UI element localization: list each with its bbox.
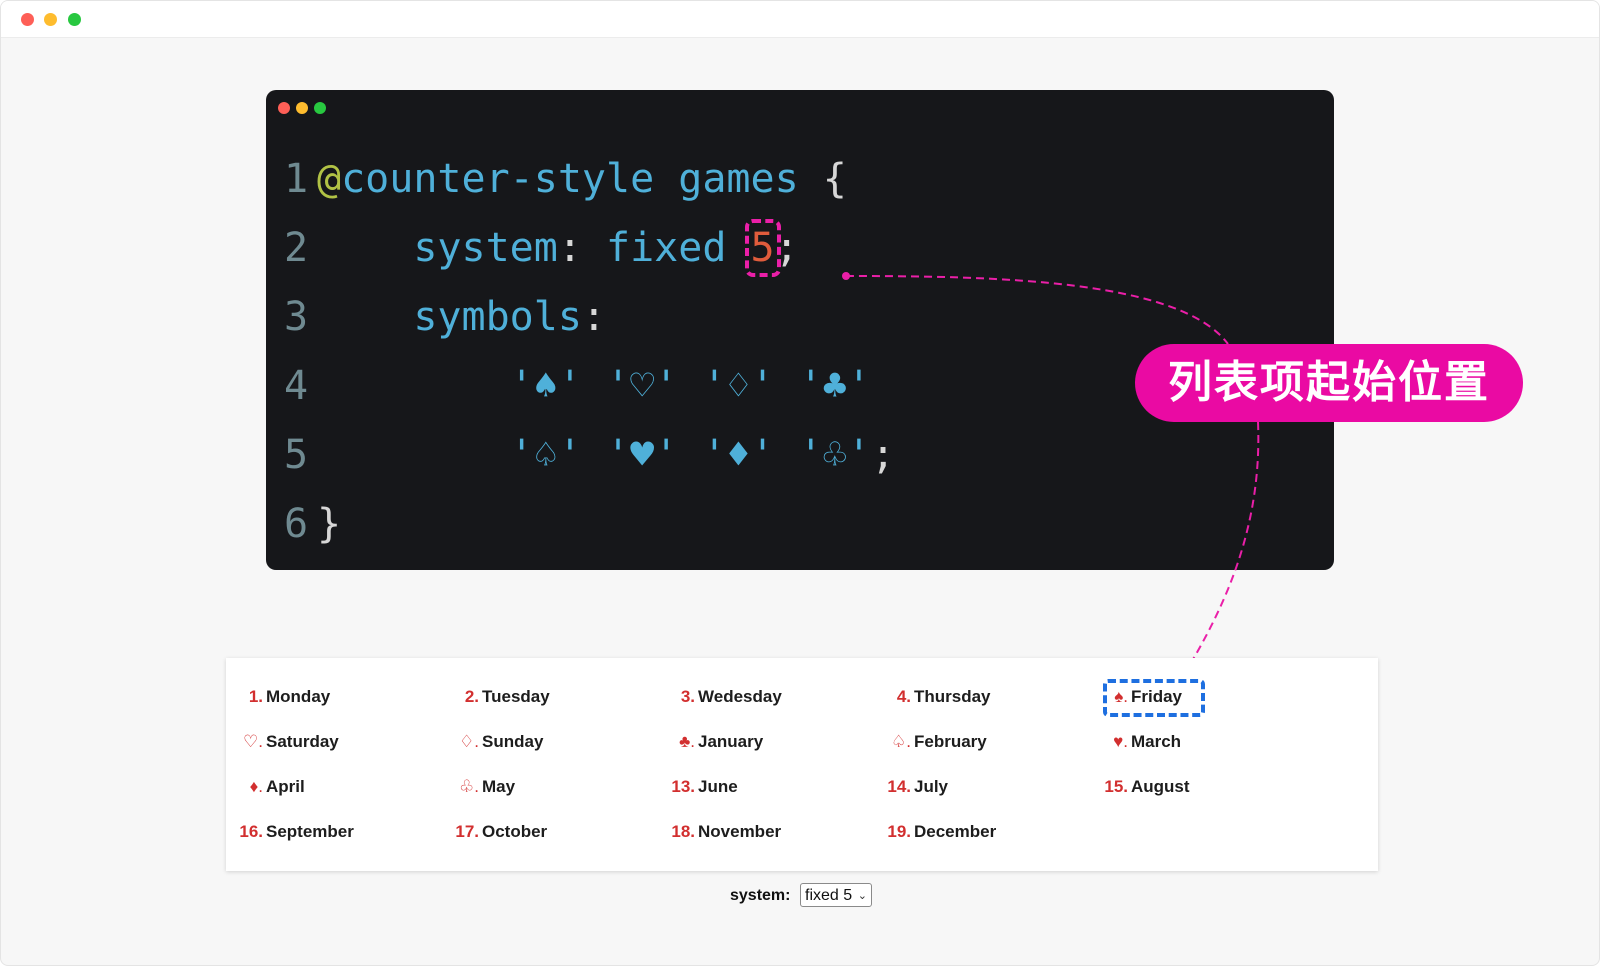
list-item: 13. June: [667, 776, 738, 798]
semicolon: ;: [774, 225, 799, 271]
list-marker: 13.: [671, 777, 695, 796]
line-number: 3: [284, 294, 309, 340]
code-block: 1 @counter-style games { 2 system: fixed …: [284, 145, 895, 559]
editor-minimize-dot: [296, 102, 308, 114]
system-select-value: fixed 5: [805, 887, 853, 904]
list-item: ♤. February: [883, 731, 987, 753]
list-marker: 2.: [464, 687, 479, 706]
list-label: Thursday: [914, 687, 991, 706]
colon: :: [557, 225, 582, 271]
symbol-token: '♢': [702, 363, 775, 409]
list-label: September: [266, 822, 354, 841]
list-marker: ♣.: [679, 732, 695, 751]
list-label: April: [266, 777, 305, 796]
system-select[interactable]: fixed 5 ⌄: [800, 883, 872, 907]
list-item: 3. Wedesday: [667, 686, 782, 708]
line-number: 2: [284, 225, 309, 271]
editor-close-dot: [278, 102, 290, 114]
at-rule-keyword: counter-style: [341, 156, 655, 202]
list-marker: 18.: [671, 822, 695, 841]
list-label: December: [914, 822, 997, 841]
friday-highlight-box: [1103, 679, 1205, 717]
zoom-window-button[interactable]: [68, 13, 81, 26]
system-property: system: [413, 225, 558, 271]
list-label: November: [698, 822, 782, 841]
list-item: 16. September: [235, 821, 354, 843]
list-label: Monday: [266, 687, 331, 706]
list-item: 19. December: [883, 821, 996, 843]
list-item: 18. November: [667, 821, 781, 843]
open-brace: {: [822, 156, 847, 202]
list-item: ♦. April: [235, 776, 305, 798]
counter-list-panel: [226, 658, 1378, 871]
list-marker: 1.: [248, 687, 263, 706]
symbols-property: symbols: [413, 294, 582, 340]
list-label: June: [698, 777, 738, 796]
list-marker: ♡.: [243, 732, 263, 751]
editor-zoom-dot: [314, 102, 326, 114]
list-label: February: [914, 732, 987, 751]
symbol-token: '♧': [798, 432, 871, 478]
symbol-token: '♣': [798, 363, 871, 409]
line-number: 6: [284, 501, 309, 547]
at-symbol: @: [317, 156, 342, 202]
list-marker: 16.: [239, 822, 263, 841]
list-label: Tuesday: [482, 687, 550, 706]
list-item: 2. Tuesday: [451, 686, 550, 708]
callout-badge: 列表项起始位置: [1135, 344, 1523, 422]
list-label: Wedesday: [698, 687, 782, 706]
minimize-window-button[interactable]: [44, 13, 57, 26]
list-item: ♢. Sunday: [451, 731, 543, 753]
list-marker: ♦.: [249, 777, 263, 796]
list-label: July: [914, 777, 949, 796]
symbol-token: '♡': [606, 363, 679, 409]
list-item: ♥. March: [1100, 731, 1181, 753]
list-label: August: [1131, 777, 1190, 796]
list-marker: ♥.: [1113, 732, 1128, 751]
line-number: 1: [284, 156, 309, 202]
line-number: 4: [284, 363, 309, 409]
list-marker: 15.: [1104, 777, 1128, 796]
chevron-down-icon: ⌄: [857, 890, 867, 902]
list-item: 17. October: [451, 821, 547, 843]
list-marker: ♧.: [459, 777, 479, 796]
code-editor: 1 @counter-style games { 2 system: fixed …: [266, 90, 1334, 570]
list-item: 4. Thursday: [883, 686, 991, 708]
symbol-token: '♦': [702, 432, 775, 478]
list-marker: 14.: [887, 777, 911, 796]
list-label: October: [482, 822, 548, 841]
list-item: 15. August: [1100, 776, 1190, 798]
list-item: ♡. Saturday: [235, 731, 339, 753]
system-value: fixed: [606, 225, 727, 271]
system-label: system:: [730, 887, 791, 904]
list-item: 14. July: [883, 776, 948, 798]
counter-style-name: games: [678, 156, 799, 202]
list-item: ♧. May: [451, 776, 515, 798]
list-item: ♣. January: [667, 731, 763, 753]
list-item: 1. Monday: [235, 686, 330, 708]
list-marker: ♤.: [891, 732, 911, 751]
list-marker: 17.: [455, 822, 479, 841]
symbol-token: '♤': [509, 432, 582, 478]
semicolon: ;: [870, 432, 896, 478]
close-window-button[interactable]: [21, 13, 34, 26]
list-marker: 3.: [680, 687, 695, 706]
list-label: May: [482, 777, 516, 796]
symbol-token: '♥': [606, 432, 679, 478]
line-number: 5: [284, 432, 309, 478]
close-brace: }: [317, 501, 342, 547]
title-bar: [1, 1, 1599, 38]
list-label: January: [698, 732, 764, 751]
list-label: Saturday: [266, 732, 339, 751]
list-label: March: [1131, 732, 1182, 751]
system-start-number: 5: [744, 219, 781, 277]
list-label: Sunday: [482, 732, 544, 751]
symbol-token: '♠': [509, 363, 582, 409]
list-marker: 19.: [887, 822, 911, 841]
list-marker: 4.: [896, 687, 911, 706]
list-marker: ♢.: [459, 732, 479, 751]
colon: :: [581, 294, 606, 340]
